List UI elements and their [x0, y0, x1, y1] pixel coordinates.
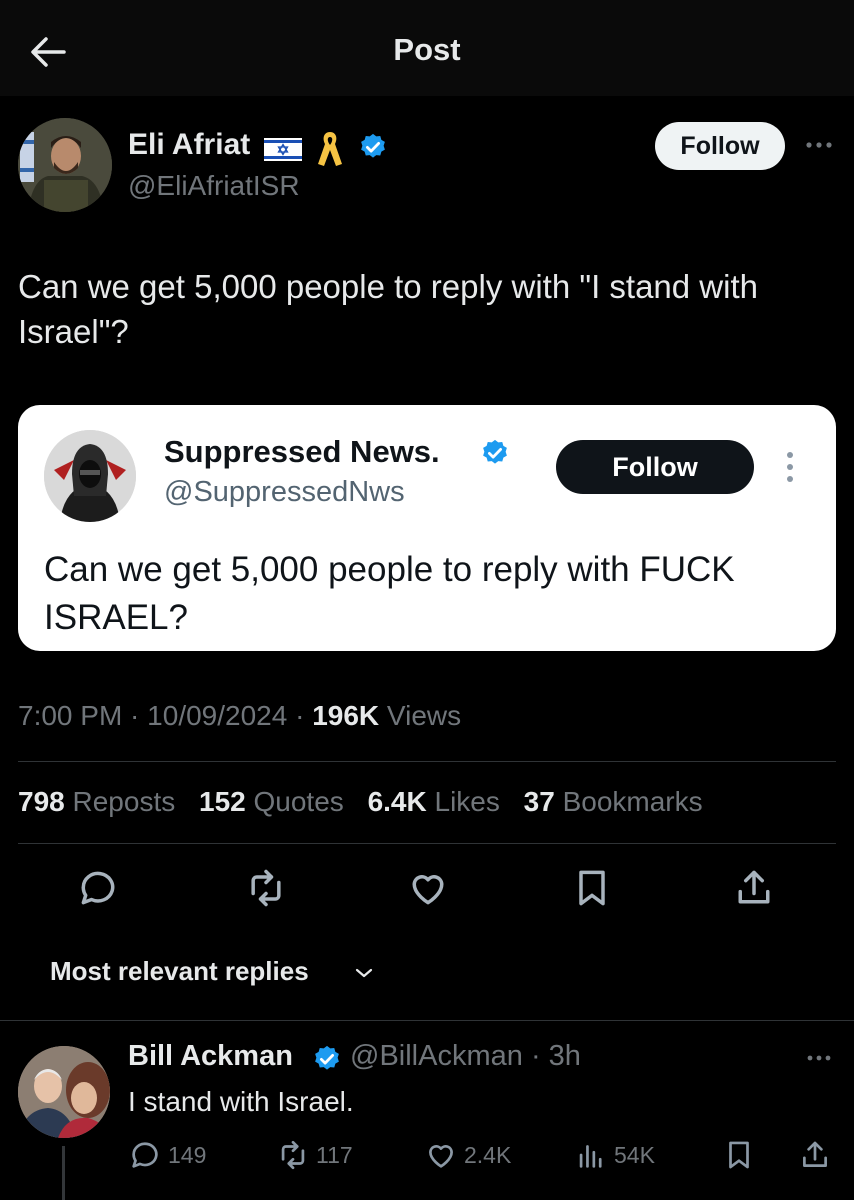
like-icon[interactable]: [406, 866, 450, 910]
post-time: 7:00 PM: [18, 700, 123, 731]
reply-views-count: 54K: [614, 1141, 655, 1168]
quote-author-handle: @SuppressedNws: [164, 476, 405, 508]
quote-avatar[interactable]: [44, 430, 136, 522]
post-stats: 798 Reposts 152 Quotes 6.4K Likes 37 Boo…: [18, 786, 719, 818]
quote-author-name: Suppressed News.: [164, 434, 440, 469]
repost-icon: [281, 1140, 305, 1170]
reply-reposts-count: 117: [316, 1141, 353, 1168]
verified-badge-icon: [358, 132, 388, 162]
like-icon: [429, 1145, 453, 1168]
post-meta: 7:00 PM · 10/09/2024 · 196K Views: [18, 700, 462, 731]
author-name[interactable]: Eli Afriat: [128, 128, 250, 162]
quote-follow-button[interactable]: Follow: [556, 440, 754, 494]
more-vertical-icon[interactable]: [780, 450, 800, 484]
yellow-ribbon-icon: [316, 128, 344, 168]
reply-reply-button[interactable]: 149: [128, 1138, 206, 1172]
reply-meta: @BillAckman · 3h: [350, 1040, 581, 1072]
follow-button[interactable]: Follow: [655, 122, 785, 170]
stat-reposts[interactable]: 798 Reposts: [18, 786, 175, 817]
views-count: 196K: [312, 700, 380, 731]
divider: [18, 761, 836, 762]
reply-time: 3h: [548, 1040, 581, 1072]
quote-text: Can we get 5,000 people to reply with FU…: [44, 550, 735, 637]
reply-like-button[interactable]: 2.4K: [424, 1138, 511, 1172]
reply-share-button[interactable]: [798, 1138, 838, 1172]
share-icon[interactable]: [732, 866, 776, 910]
post-text: Can we get 5,000 people to reply with "I…: [18, 268, 758, 350]
chevron-down-icon[interactable]: [354, 966, 374, 980]
divider: [18, 843, 836, 844]
page-title: Post: [393, 32, 461, 67]
repost-icon[interactable]: [244, 866, 288, 910]
more-icon[interactable]: [804, 138, 834, 152]
divider: [0, 1020, 854, 1021]
stat-bookmarks[interactable]: 37 Bookmarks: [524, 786, 703, 817]
reply-text: I stand with Israel.: [128, 1086, 354, 1117]
israel-flag-icon: [264, 138, 302, 161]
thread-line: [62, 1146, 65, 1200]
stat-likes[interactable]: 6.4K Likes: [368, 786, 500, 817]
views-icon: [579, 1145, 602, 1168]
reply-bookmark-button[interactable]: [722, 1138, 762, 1172]
replies-sort-button[interactable]: Most relevant replies: [50, 956, 309, 987]
reply-replies-count: 149: [168, 1141, 207, 1168]
bookmark-icon: [729, 1141, 749, 1169]
stat-quotes[interactable]: 152 Quotes: [199, 786, 344, 817]
views-label: Views: [386, 700, 462, 731]
reply-repost-button[interactable]: 117: [276, 1138, 353, 1172]
verified-badge-icon: [480, 438, 510, 468]
post-date: 10/09/2024: [147, 700, 288, 731]
bookmark-icon[interactable]: [570, 866, 614, 910]
reply-icon[interactable]: [76, 866, 120, 910]
author-handle[interactable]: @EliAfriatISR: [128, 170, 300, 202]
share-icon: [803, 1141, 827, 1167]
author-avatar[interactable]: [18, 118, 112, 212]
reply-views-button[interactable]: 54K: [574, 1138, 655, 1172]
reply-likes-count: 2.4K: [464, 1141, 512, 1168]
reply-avatar[interactable]: [18, 1046, 110, 1138]
reply-author-name[interactable]: Bill Ackman: [128, 1040, 293, 1073]
more-icon[interactable]: [806, 1052, 832, 1064]
reply-icon: [132, 1142, 158, 1168]
reply-author-handle[interactable]: @BillAckman: [350, 1040, 523, 1072]
verified-badge-icon: [312, 1044, 342, 1074]
